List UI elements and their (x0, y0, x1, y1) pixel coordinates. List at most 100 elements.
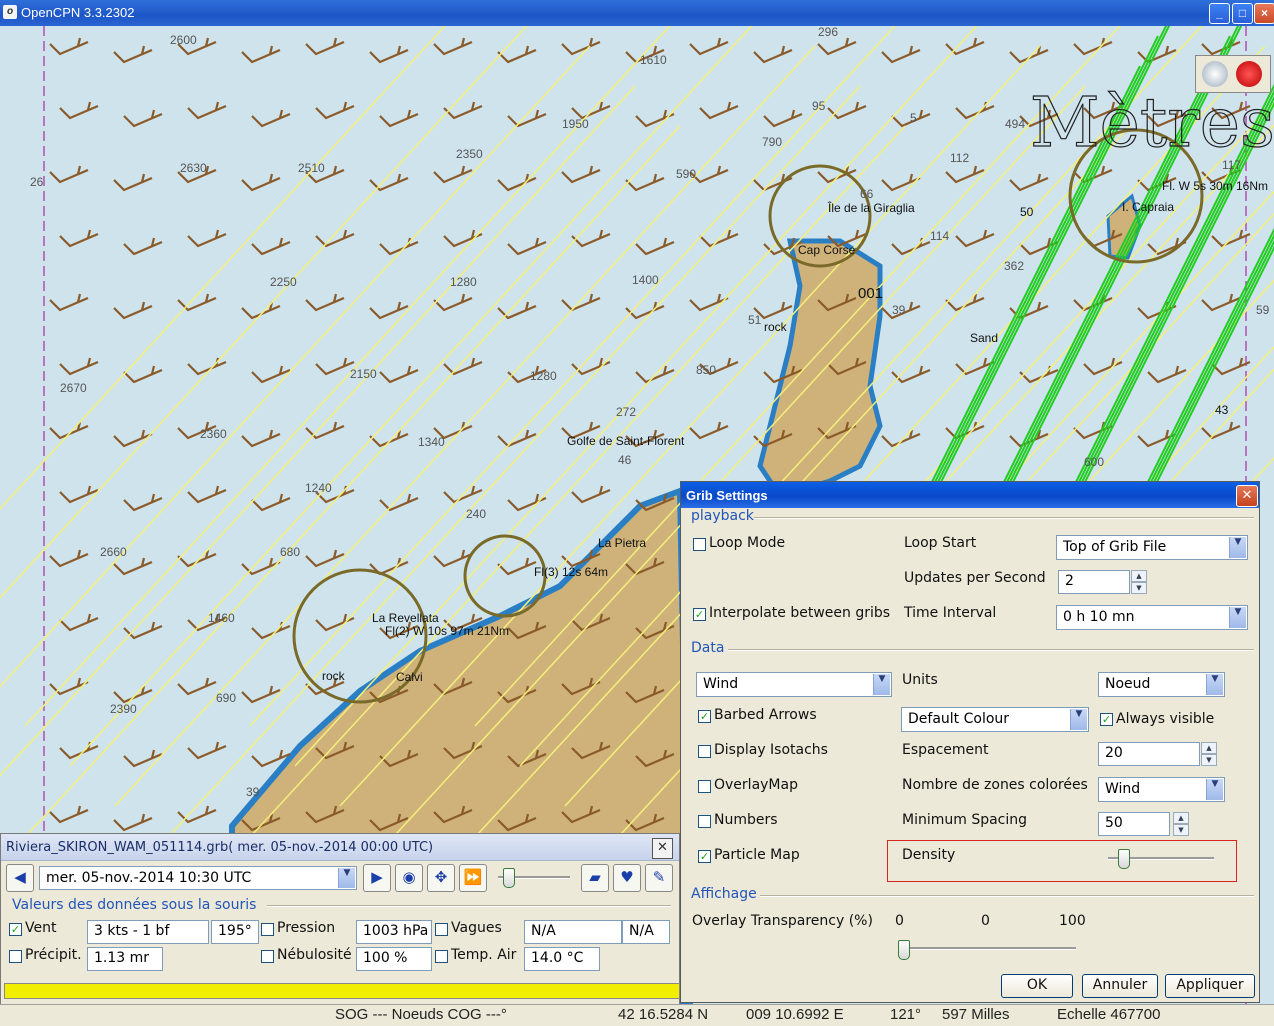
espacement-spinner[interactable]: ▲ ▼ (1201, 742, 1217, 766)
depth-sounding: 26 (30, 175, 44, 189)
chart-label: Sand (970, 331, 998, 345)
compass-icon[interactable] (1202, 61, 1228, 87)
play-icon[interactable]: ⏩ (459, 864, 487, 892)
chart-label: rock (764, 320, 788, 334)
nebulosite-value: 100 % (356, 947, 432, 971)
prev-icon[interactable]: ◀ (6, 864, 34, 892)
ok-button[interactable]: OK (1001, 974, 1073, 998)
barbed-arrows-label: Barbed Arrows (714, 707, 817, 723)
loop-mode-label: Loop Mode (709, 535, 786, 551)
chart-label: Fl(2) W 10s 97m 21Nm (385, 624, 509, 638)
chart-watermark: Mètres (1030, 84, 1274, 163)
depth-sounding: 1280 (530, 369, 557, 383)
next-icon[interactable]: ▶ (363, 864, 391, 892)
sog-cog-status: SOG --- Noeuds COG ---° (335, 1006, 507, 1023)
depth-sounding: 2660 (100, 545, 127, 559)
depth-sounding: 680 (280, 545, 300, 559)
particle-map-label: Particle Map (714, 847, 800, 863)
zoom-to-center-icon[interactable]: ✥ (427, 864, 455, 892)
loop-start-select[interactable]: Top of Grib File ▼ (1056, 535, 1248, 560)
grib-settings-caption: Grib Settings (681, 482, 1259, 508)
latitude-status: 42 16.5284 N (618, 1006, 709, 1023)
depth-sounding: 2600 (170, 33, 197, 47)
nebulosite-checkbox[interactable] (261, 950, 274, 963)
cancel-button[interactable]: Annuler (1082, 974, 1158, 998)
units-label: Units (902, 672, 938, 688)
depth-sounding: 1240 (305, 481, 332, 495)
depth-sounding: 1340 (418, 435, 445, 449)
chart-compass-toolbox[interactable] (1195, 55, 1271, 93)
colour-select[interactable]: Default Colour ▼ (901, 707, 1089, 732)
bearing-status: 121° (890, 1006, 922, 1023)
barbed-arrows-checkbox[interactable]: ✓ (698, 710, 711, 723)
density-slider-thumb[interactable] (1117, 849, 1130, 869)
colored-zones-label: Nombre de zones colorées (902, 777, 1088, 793)
scale-status: Echelle 467700 (1057, 1006, 1161, 1023)
distance-status: 597 Milles (942, 1006, 1010, 1023)
depth-sounding: 114 (930, 229, 949, 243)
chart-label: Golfe de Saint-Florent (567, 434, 685, 448)
affichage-section: Affichage (691, 886, 757, 902)
units-select[interactable]: Noeud ▼ (1098, 672, 1225, 697)
gps-status-icon[interactable] (1236, 61, 1262, 87)
chart-label: I. Capraia (1122, 200, 1174, 214)
close-button[interactable]: × (1254, 3, 1274, 24)
display-isotachs-checkbox[interactable] (698, 745, 711, 758)
window-title: OpenCPN 3.3.2302 (21, 5, 135, 20)
grib-settings-close-button[interactable]: ✕ (1236, 485, 1258, 507)
chart-label: 001 (858, 285, 883, 302)
chart-label: Île de la Giraglia (827, 200, 915, 215)
depth-sounding: 1400 (632, 273, 659, 287)
vent-label: Vent (25, 920, 57, 936)
particle-map-checkbox[interactable]: ✓ (698, 850, 711, 863)
time-interval-select[interactable]: 0 h 10 mn ▼ (1056, 605, 1248, 630)
depth-sounding: 2630 (180, 161, 207, 175)
vent-checkbox[interactable]: ✓ (9, 923, 22, 936)
transparency-min-label: 0 (895, 913, 904, 929)
grib-panel-caption: Riviera_SKIRON_WAM_051114.grb( mer. 05-n… (1, 834, 679, 861)
transparency-slider-track[interactable] (898, 947, 1076, 950)
loop-start-label: Loop Start (904, 535, 977, 551)
minimum-spacing-input[interactable]: 50 (1098, 812, 1170, 836)
precip-checkbox[interactable] (9, 950, 22, 963)
numbers-checkbox[interactable] (698, 815, 711, 828)
data-type-select[interactable]: Wind ▼ (696, 672, 892, 697)
settings-icon[interactable]: ♥ (613, 864, 641, 892)
transparency-max-label: 100 (1059, 913, 1086, 929)
maximize-button[interactable]: □ (1232, 3, 1253, 24)
apply-button[interactable]: Appliquer (1165, 974, 1255, 998)
opencpn-app-icon: o (3, 5, 17, 19)
open-file-icon[interactable]: ▰ (581, 864, 609, 892)
minimize-button[interactable]: _ (1209, 3, 1230, 24)
depth-sounding: 66 (860, 187, 874, 201)
pression-checkbox[interactable] (261, 923, 274, 936)
interpolate-checkbox[interactable]: ✓ (693, 608, 706, 621)
depth-sounding: 494 (1005, 117, 1025, 131)
chart-label: Fl(3) 12s 64m (534, 565, 608, 579)
values-header: Valeurs des données sous la souris (12, 897, 257, 913)
depth-sounding: 1280 (450, 275, 477, 289)
chart-label: Cap Corse (798, 243, 856, 257)
time-select[interactable]: mer. 05-nov.-2014 10:30 UTC ▼ (39, 866, 357, 890)
vent-direction-value: 195° (211, 920, 259, 944)
loop-mode-checkbox[interactable] (693, 538, 706, 551)
vagues-checkbox[interactable] (435, 923, 448, 936)
depth-sounding: 2360 (200, 427, 227, 441)
vagues-label: Vagues (451, 920, 502, 936)
now-icon[interactable]: ◉ (395, 864, 423, 892)
chart-label: Fl. W 5s 30m 16Nm (1162, 179, 1268, 193)
grib-panel-close-button[interactable]: ✕ (652, 838, 673, 859)
minimum-spacing-spinner[interactable]: ▲ ▼ (1173, 812, 1189, 836)
overlay-transparency-label: Overlay Transparency (%) (692, 913, 873, 929)
updates-spinner[interactable]: ▲ ▼ (1131, 570, 1147, 594)
temp-air-checkbox[interactable] (435, 950, 448, 963)
timeline-slider-thumb[interactable] (503, 868, 515, 888)
request-icon[interactable]: ✎ (645, 864, 673, 892)
transparency-slider-thumb[interactable] (898, 940, 910, 960)
colored-zones-select[interactable]: Wind ▼ (1098, 777, 1225, 802)
overlay-map-checkbox[interactable] (698, 780, 711, 793)
pression-value: 1003 hPa (356, 920, 432, 944)
espacement-input[interactable]: 20 (1098, 742, 1200, 766)
always-visible-checkbox[interactable]: ✓ (1100, 713, 1113, 726)
updates-per-second-input[interactable]: 2 (1058, 570, 1130, 594)
